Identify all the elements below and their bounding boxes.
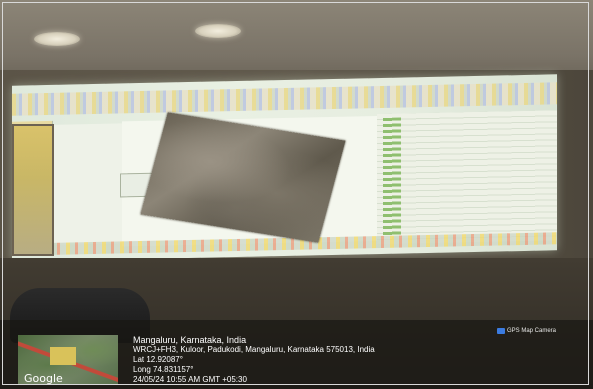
photo-border (2, 2, 589, 385)
photo: Google GPS Map Camera Mangaluru, Karnata… (0, 0, 593, 389)
